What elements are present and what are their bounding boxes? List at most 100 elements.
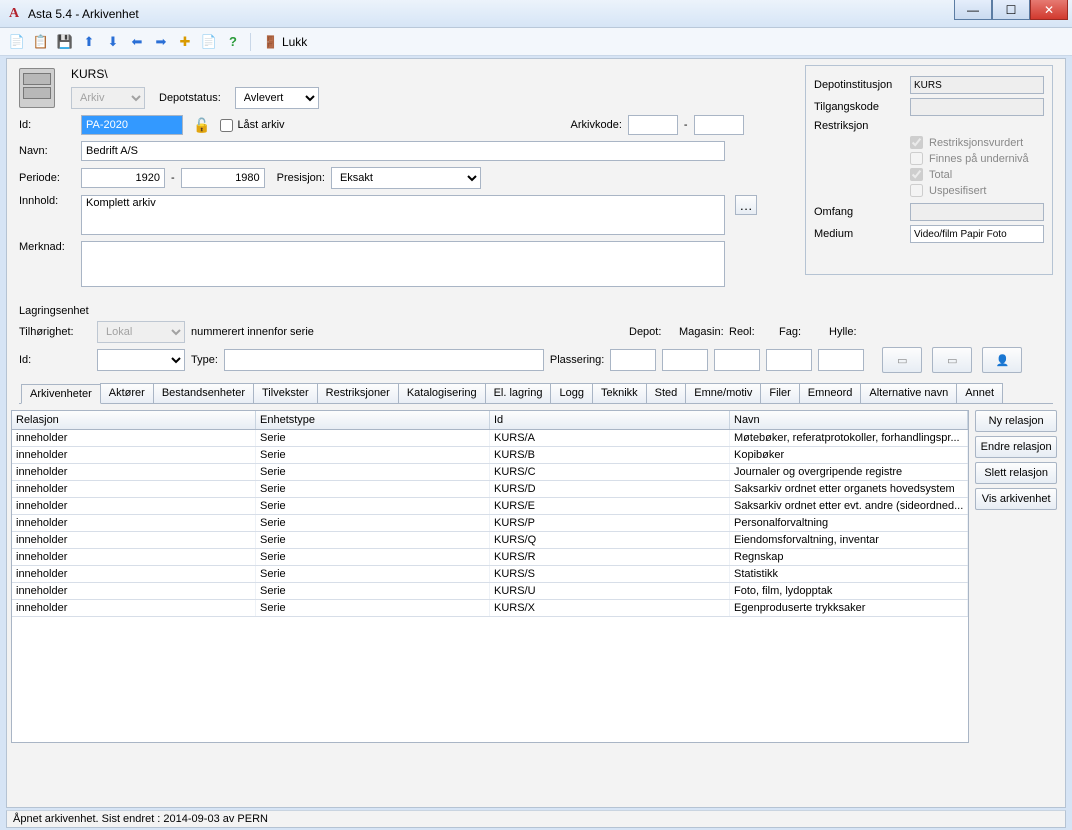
col-id[interactable]: Id	[490, 411, 730, 429]
cell-navn: Møtebøker, referatprotokoller, forhandli…	[730, 430, 968, 446]
table-row[interactable]: inneholderSerieKURS/BKopibøker	[12, 447, 968, 464]
table-row[interactable]: inneholderSerieKURS/UFoto, film, lydoppt…	[12, 583, 968, 600]
table-row[interactable]: inneholderSerieKURS/DSaksarkiv ordnet et…	[12, 481, 968, 498]
unlock-icon[interactable]: 🔓	[193, 117, 210, 134]
new-icon[interactable]: 📄	[8, 33, 26, 51]
depot-label: Depot:	[629, 326, 677, 338]
periode-dash: -	[171, 172, 175, 184]
maximize-button[interactable]: ☐	[992, 0, 1030, 20]
save-icon[interactable]: 💾	[56, 33, 74, 51]
innhold-more-button[interactable]: …	[735, 195, 757, 215]
cell-type: Serie	[256, 549, 490, 565]
storage-btn1[interactable]: ▭	[882, 347, 922, 373]
cell-id: KURS/D	[490, 481, 730, 497]
tab-alternative-navn[interactable]: Alternative navn	[860, 383, 957, 403]
cell-navn: Eiendomsforvaltning, inventar	[730, 532, 968, 548]
merknad-textarea[interactable]	[81, 241, 725, 287]
tab-katalogisering[interactable]: Katalogisering	[398, 383, 486, 403]
col-navn[interactable]: Navn	[730, 411, 968, 429]
cell-id: KURS/E	[490, 498, 730, 514]
cell-type: Serie	[256, 481, 490, 497]
col-enhetstype[interactable]: Enhetstype	[256, 411, 490, 429]
storage-btn2[interactable]: ▭	[932, 347, 972, 373]
cell-id: KURS/S	[490, 566, 730, 582]
cell-navn: Personalforvaltning	[730, 515, 968, 531]
add-node-icon[interactable]: ✚	[176, 33, 194, 51]
magasin-input[interactable]	[662, 349, 708, 371]
hylle-input[interactable]	[818, 349, 864, 371]
locked-archive-checkbox[interactable]: Låst arkiv	[220, 119, 284, 132]
table-row[interactable]: inneholderSerieKURS/QEiendomsforvaltning…	[12, 532, 968, 549]
tab-emne-motiv[interactable]: Emne/motiv	[685, 383, 761, 403]
cell-id: KURS/B	[490, 447, 730, 463]
minimize-button[interactable]: —	[954, 0, 992, 20]
arkivkode2-input[interactable]	[694, 115, 744, 135]
show-archive-button[interactable]: Vis arkivenhet	[975, 488, 1057, 510]
col-relasjon[interactable]: Relasjon	[12, 411, 256, 429]
tab-teknikk[interactable]: Teknikk	[592, 383, 647, 403]
tilhor-select[interactable]: Lokal	[97, 321, 185, 343]
periode-to-input[interactable]	[181, 168, 265, 188]
locked-checkbox-input[interactable]	[220, 119, 233, 132]
cell-rel: inneholder	[12, 430, 256, 446]
cell-type: Serie	[256, 515, 490, 531]
cell-type: Serie	[256, 498, 490, 514]
back-icon[interactable]: ⬅	[128, 33, 146, 51]
navn-input[interactable]	[81, 141, 725, 161]
storage-id-select[interactable]	[97, 349, 185, 371]
tab-annet[interactable]: Annet	[956, 383, 1003, 403]
delete-relation-button[interactable]: Slett relasjon	[975, 462, 1057, 484]
arkivkode1-input[interactable]	[628, 115, 678, 135]
table-row[interactable]: inneholderSerieKURS/SStatistikk	[12, 566, 968, 583]
storage-btn3[interactable]: 👤	[982, 347, 1022, 373]
innhold-textarea[interactable]: Komplett arkiv	[81, 195, 725, 235]
cell-navn: Statistikk	[730, 566, 968, 582]
tab-restriksjoner[interactable]: Restriksjoner	[317, 383, 399, 403]
tab-arkivenheter[interactable]: Arkivenheter	[21, 384, 101, 404]
restrik-label: Restriksjon	[814, 120, 904, 132]
table-row[interactable]: inneholderSerieKURS/ESaksarkiv ordnet et…	[12, 498, 968, 515]
cell-id: KURS/A	[490, 430, 730, 446]
fag-input[interactable]	[766, 349, 812, 371]
depotstatus-select[interactable]: Avlevert	[235, 87, 319, 109]
close-button[interactable]: 🚪 Lukk	[263, 35, 307, 49]
tab-filer[interactable]: Filer	[760, 383, 799, 403]
tab-akt-rer[interactable]: Aktører	[100, 383, 154, 403]
down-icon[interactable]: ⬇	[104, 33, 122, 51]
table-row[interactable]: inneholderSerieKURS/XEgenproduserte tryk…	[12, 600, 968, 617]
tab-sted[interactable]: Sted	[646, 383, 687, 403]
tabs: ArkivenheterAktørerBestandsenheterTilvek…	[19, 383, 1053, 404]
copy-icon[interactable]: 📋	[32, 33, 50, 51]
reol-input[interactable]	[714, 349, 760, 371]
arkiv-select[interactable]: Arkiv	[71, 87, 145, 109]
help-icon[interactable]: ?	[224, 33, 242, 51]
grid-header: Relasjon Enhetstype Id Navn	[12, 411, 968, 430]
forward-icon[interactable]: ➡	[152, 33, 170, 51]
type-input[interactable]	[224, 349, 544, 371]
cell-id: KURS/Q	[490, 532, 730, 548]
presisjon-select[interactable]: Eksakt	[331, 167, 481, 189]
id-input[interactable]	[81, 115, 183, 135]
tab-bestandsenheter[interactable]: Bestandsenheter	[153, 383, 254, 403]
close-window-button[interactable]: ✕	[1030, 0, 1068, 20]
edit-relation-button[interactable]: Endre relasjon	[975, 436, 1057, 458]
cell-type: Serie	[256, 566, 490, 582]
cell-rel: inneholder	[12, 583, 256, 599]
table-row[interactable]: inneholderSerieKURS/RRegnskap	[12, 549, 968, 566]
up-icon[interactable]: ⬆	[80, 33, 98, 51]
title-bar: A Asta 5.4 - Arkivenhet — ☐ ✕	[0, 0, 1072, 28]
tab-el-lagring[interactable]: El. lagring	[485, 383, 552, 403]
table-row[interactable]: inneholderSerieKURS/AMøtebøker, referatp…	[12, 430, 968, 447]
new-relation-button[interactable]: Ny relasjon	[975, 410, 1057, 432]
cell-type: Serie	[256, 447, 490, 463]
cell-navn: Egenproduserte trykksaker	[730, 600, 968, 616]
depot-input[interactable]	[610, 349, 656, 371]
table-row[interactable]: inneholderSerieKURS/PPersonalforvaltning	[12, 515, 968, 532]
tab-tilvekster[interactable]: Tilvekster	[253, 383, 318, 403]
table-row[interactable]: inneholderSerieKURS/CJournaler og overgr…	[12, 464, 968, 481]
tab-logg[interactable]: Logg	[550, 383, 592, 403]
document-icon[interactable]: 📄	[200, 33, 218, 51]
tab-emneord[interactable]: Emneord	[799, 383, 862, 403]
periode-from-input[interactable]	[81, 168, 165, 188]
magasin-label: Magasin:	[679, 326, 727, 338]
